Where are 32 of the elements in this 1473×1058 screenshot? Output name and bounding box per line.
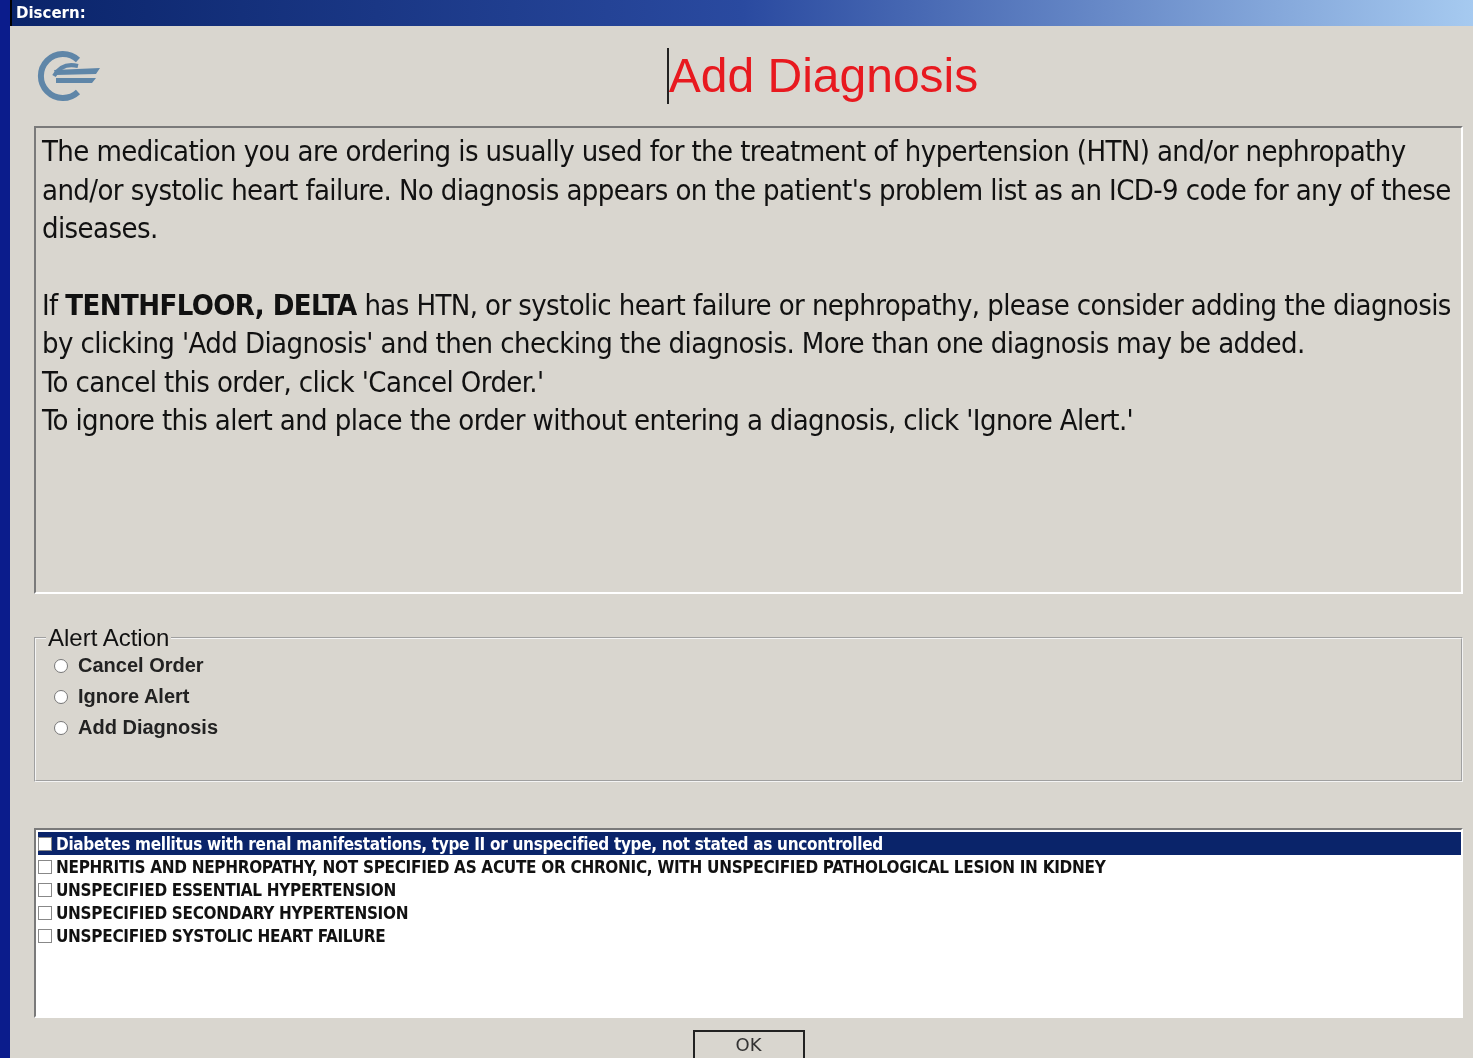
radio-option[interactable]: Cancel Order (54, 654, 1443, 677)
radio-icon[interactable] (54, 720, 68, 735)
diagnosis-item[interactable]: NEPHRITIS AND NEPHROPATHY, NOT SPECIFIED AS ACUTE OR CHRONIC, WITH UNSPECIFIED PATHOLOGICAL LESION IN KIDNEY (38, 855, 1461, 878)
radio-label: Cancel Order (78, 654, 204, 677)
dialog-heading: Add Diagnosis (666, 48, 979, 104)
radio-icon[interactable] (54, 689, 68, 704)
radio-option[interactable]: Add Diagnosis (54, 716, 1443, 739)
diagnosis-label: NEPHRITIS AND NEPHROPATHY, NOT SPECIFIED AS ACUTE OR CHRONIC, WITH UNSPECIFIED PATHOLOGICAL LESION IN KIDNEY (56, 856, 1106, 877)
diagnosis-label: UNSPECIFIED ESSENTIAL HYPERTENSION (56, 879, 396, 900)
checkbox[interactable] (38, 859, 52, 874)
checkbox[interactable] (38, 882, 52, 897)
window-title: Discern: (16, 4, 86, 22)
diagnosis-label: UNSPECIFIED SECONDARY HYPERTENSION (56, 902, 409, 923)
diagnosis-item[interactable]: UNSPECIFIED SECONDARY HYPERTENSION (38, 901, 1461, 924)
group-legend: Alert Action (46, 624, 172, 652)
message-text: To ignore this alert and place the order without entering a diagnosis, click 'Ignore Alert.' (42, 402, 1135, 439)
radio-label: Add Diagnosis (78, 716, 218, 739)
diagnosis-label: Diabetes mellitus with renal manifestations, type II or unspecified type, not stated as uncontrolled (56, 833, 883, 854)
radio-icon[interactable] (54, 658, 68, 673)
ok-button[interactable]: OK (692, 1030, 805, 1058)
message-text: The medication you are ordering is usually used for the treatment of hypertension (HTN) and/or nephropathy and/or systolic heart failure. No diagnosis appears on the patient's problem list as an ICD-9 code for any of these diseases. (42, 133, 1452, 247)
radio-label: Ignore Alert (78, 685, 190, 708)
message-text: To cancel this order, click 'Cancel Order.' (42, 363, 545, 401)
message-text: If TENTHFLOOR, DELTA has HTN, or systolic heart failure or nephropathy, please consider adding the diagnosis by clicking 'Add Diagnosis' and then checking the diagnosis. More than one diagnosis may be added. (42, 286, 1452, 362)
checkbox[interactable] (38, 928, 52, 943)
checkbox[interactable] (38, 836, 52, 851)
diagnosis-item[interactable]: UNSPECIFIED SYSTOLIC HEART FAILURE (38, 924, 1461, 947)
diagnosis-label: UNSPECIFIED SYSTOLIC HEART FAILURE (56, 925, 386, 946)
diagnosis-item[interactable]: UNSPECIFIED ESSENTIAL HYPERTENSION (38, 878, 1461, 901)
checkbox[interactable] (38, 905, 52, 920)
diagnosis-item[interactable]: Diabetes mellitus with renal manifestations, type II or unspecified type, not stated as uncontrolled (38, 832, 1461, 855)
radio-option[interactable]: Ignore Alert (54, 685, 1443, 708)
